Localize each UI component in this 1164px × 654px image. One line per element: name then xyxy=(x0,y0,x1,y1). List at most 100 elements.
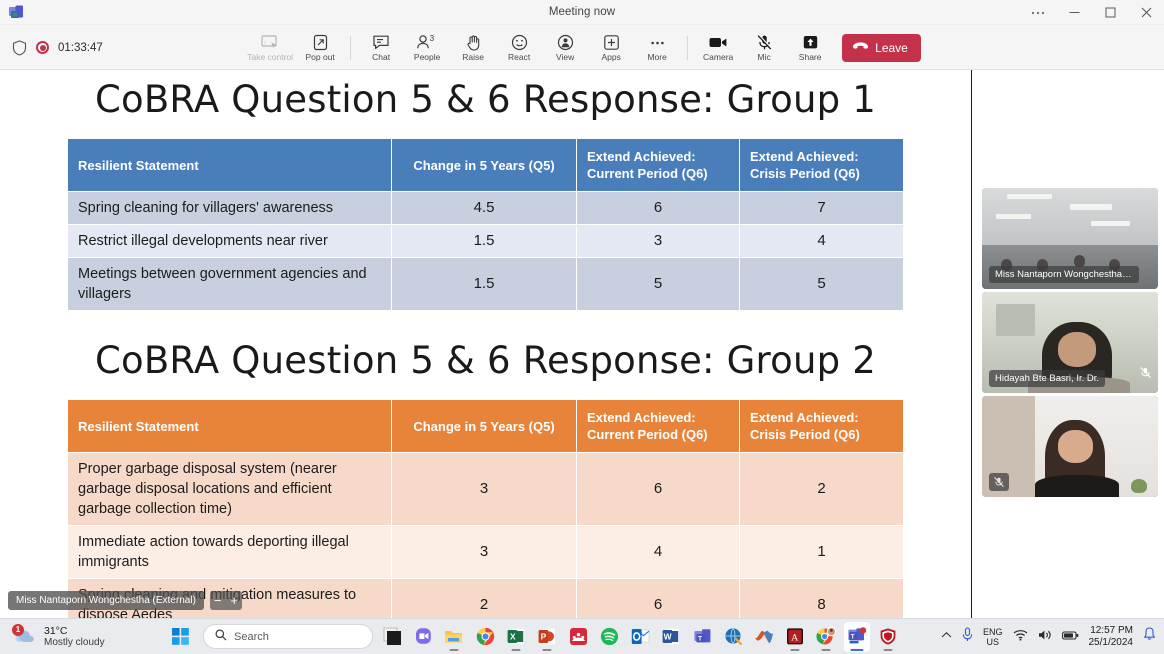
taskbar-app-teams-classic[interactable]: T xyxy=(689,622,715,652)
weather-temperature: 31°C xyxy=(44,624,68,637)
taskbar-app-chrome[interactable] xyxy=(472,622,498,652)
windows-taskbar: 1 31°C Mostly cloudy Search X P W T A T … xyxy=(0,618,1164,654)
mic-icon[interactable] xyxy=(962,626,973,647)
slide-1-title: CoBRA Question 5 & 6 Response: Group 1 xyxy=(94,78,877,121)
zoom-out-button[interactable]: − xyxy=(214,594,222,607)
view-icon xyxy=(557,33,574,51)
hangup-icon xyxy=(852,41,869,55)
col-resilient-statement: Resilient Statement xyxy=(67,138,392,192)
windows-start-icon[interactable] xyxy=(165,622,195,652)
cell-q5: 2 xyxy=(391,578,577,618)
taskbar-app-powerpoint[interactable]: P xyxy=(534,622,560,652)
col-crisis-line-1: Extend Achieved: xyxy=(750,410,859,425)
take-control-icon: ≡ xyxy=(261,33,279,51)
col-current-period: Extend Achieved: Current Period (Q6) xyxy=(576,138,740,192)
toolbar-divider-2 xyxy=(687,35,689,60)
language-indicator[interactable]: ENG US xyxy=(983,627,1003,647)
people-icon: 3 xyxy=(416,33,438,51)
video-tile[interactable]: Miss Nantaporn Wongchestha (Exte... xyxy=(982,188,1158,289)
clock[interactable]: 12:57 PM 25/1/2024 xyxy=(1089,625,1134,649)
taskbar-app-spotify[interactable] xyxy=(596,622,622,652)
chevron-up-icon[interactable] xyxy=(941,631,952,642)
taskbar-app-task-view[interactable] xyxy=(379,622,405,652)
share-screen-icon xyxy=(802,33,819,51)
camera-button[interactable]: Camera xyxy=(695,25,741,70)
toolbar-divider-1 xyxy=(350,35,352,60)
view-button[interactable]: View xyxy=(542,25,588,70)
taskbar-app-teams-new[interactable]: T xyxy=(844,621,870,652)
wifi-icon[interactable] xyxy=(1013,628,1028,646)
taskbar-app-acrobat[interactable]: A xyxy=(782,622,808,652)
svg-text:A: A xyxy=(791,632,798,643)
video-tile-name: Miss Nantaporn Wongchestha (Exte... xyxy=(989,266,1139,283)
take-control-label: Take control xyxy=(247,52,294,62)
raise-label: Raise xyxy=(462,52,484,62)
share-button[interactable]: Share xyxy=(787,25,833,70)
slide-2-title: CoBRA Question 5 & 6 Response: Group 2 xyxy=(94,339,877,382)
raise-hand-icon xyxy=(465,33,482,51)
window-maximize-button[interactable] xyxy=(1092,0,1128,25)
taskbar-app-excel[interactable]: X xyxy=(503,622,529,652)
taskbar-app-outlook[interactable] xyxy=(627,622,653,652)
search-input[interactable]: Search xyxy=(203,624,373,649)
taskbar-app-mcafee[interactable] xyxy=(875,622,901,652)
col-crisis-line-2: Crisis Period (Q6) xyxy=(750,166,860,181)
taskbar-app-skype[interactable] xyxy=(410,622,436,652)
meeting-toolbar: 01:33:47 ≡ Take control Pop out Chat 3 P… xyxy=(0,25,1164,70)
taskbar-app-chrome-profile[interactable] xyxy=(813,622,839,652)
window-minimize-button[interactable] xyxy=(1056,0,1092,25)
raise-hand-button[interactable]: Raise xyxy=(450,25,496,70)
camera-icon xyxy=(708,33,728,51)
taskbar-app-mendeley[interactable] xyxy=(565,622,591,652)
mic-button[interactable]: Mic xyxy=(741,25,787,70)
window-close-button[interactable] xyxy=(1128,0,1164,25)
view-label: View xyxy=(556,52,575,62)
col-current-period: Extend Achieved: Current Period (Q6) xyxy=(576,399,740,453)
cell-current: 6 xyxy=(576,578,740,618)
video-tile[interactable]: Hidayah Bte Basri, Ir. Dr. xyxy=(982,292,1158,393)
mic-label: Mic xyxy=(757,52,771,62)
more-button[interactable]: More xyxy=(634,25,680,70)
cell-q5: 4.5 xyxy=(391,191,577,225)
meeting-controls: ≡ Take control Pop out Chat 3 People Rai… xyxy=(0,25,1164,70)
cell-crisis: 2 xyxy=(739,452,904,526)
pop-out-button[interactable]: Pop out xyxy=(297,25,343,70)
title-bar: Meeting now xyxy=(0,0,1164,25)
zoom-in-button[interactable]: + xyxy=(231,594,239,607)
table-row: Spring cleaning for villagers' awareness… xyxy=(67,191,904,225)
taskbar-app-matlab[interactable] xyxy=(751,622,777,652)
col-current-line-1: Extend Achieved: xyxy=(587,149,696,164)
shared-content-stage[interactable]: CoBRA Question 5 & 6 Response: Group 1 R… xyxy=(0,70,972,618)
svg-text:T: T xyxy=(851,634,855,641)
bell-icon[interactable] xyxy=(1143,627,1156,646)
cell-statement: Spring cleaning for villagers' awareness xyxy=(67,191,392,225)
people-button[interactable]: 3 People xyxy=(404,25,450,70)
volume-icon[interactable] xyxy=(1038,628,1052,646)
taskbar-app-globe-search[interactable] xyxy=(720,622,746,652)
react-label: React xyxy=(508,52,531,62)
react-button[interactable]: React xyxy=(496,25,542,70)
battery-icon[interactable] xyxy=(1061,628,1079,646)
table-row: Proper garbage disposal system (nearer g… xyxy=(67,452,904,526)
chat-button[interactable]: Chat xyxy=(358,25,404,70)
video-tile[interactable] xyxy=(982,396,1158,497)
zoom-controls[interactable]: − + xyxy=(209,591,243,610)
cell-statement: Meetings between government agencies and… xyxy=(67,257,392,311)
video-rail: Miss Nantaporn Wongchestha (Exte... Hida… xyxy=(973,70,1164,618)
col-current-line-2: Current Period (Q6) xyxy=(587,427,708,442)
group-2-table: Resilient Statement Change in 5 Years (Q… xyxy=(67,399,904,618)
taskbar-app-word[interactable]: W xyxy=(658,622,684,652)
cell-current: 3 xyxy=(576,224,740,258)
taskbar-app-file-explorer[interactable] xyxy=(441,622,467,652)
leave-button[interactable]: Leave xyxy=(842,33,921,62)
cell-crisis: 1 xyxy=(739,525,904,579)
apps-button[interactable]: Apps xyxy=(588,25,634,70)
window-more-button[interactable] xyxy=(1020,0,1056,25)
window-controls xyxy=(1020,0,1164,25)
weather-widget[interactable]: 1 31°C Mostly cloudy xyxy=(12,623,105,648)
leave-label: Leave xyxy=(875,40,908,55)
cell-statement: Proper garbage disposal system (nearer g… xyxy=(67,452,392,526)
take-control-button[interactable]: ≡ Take control xyxy=(243,25,297,70)
video-tile-name: Hidayah Bte Basri, Ir. Dr. xyxy=(989,370,1106,387)
presenter-name-chip: Miss Nantaporn Wongchestha (External) xyxy=(8,591,204,610)
